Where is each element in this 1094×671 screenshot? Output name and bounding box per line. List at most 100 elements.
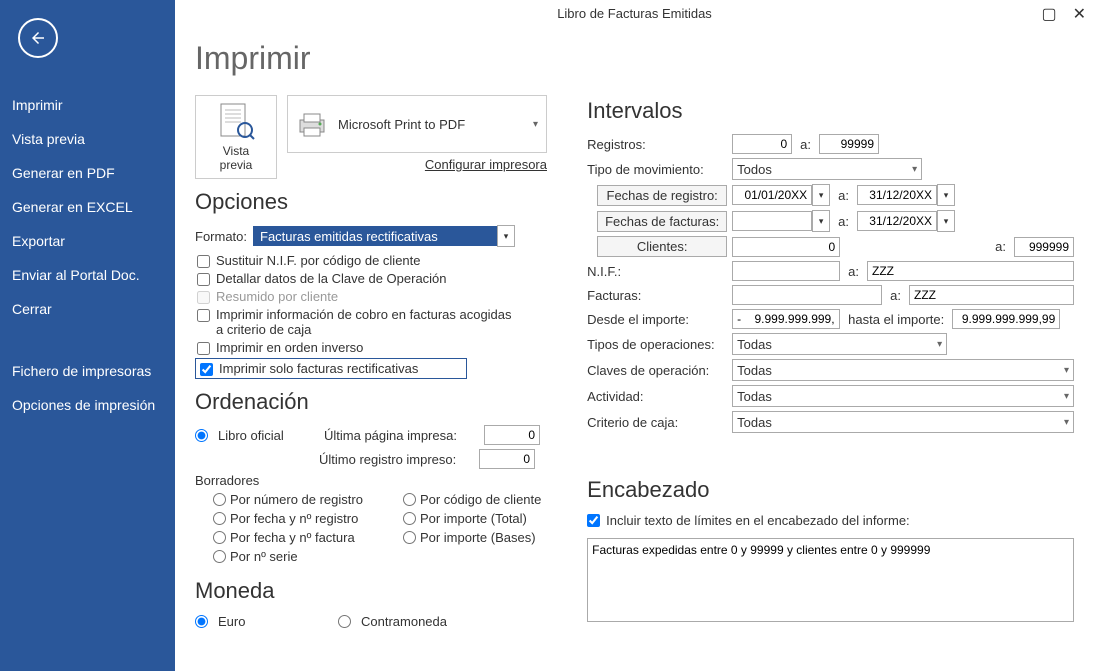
borradores-label: Borradores: [195, 473, 557, 488]
intervalos-heading: Intervalos: [587, 98, 1074, 124]
vista-previa-button[interactable]: Vista previa: [195, 95, 277, 179]
sidebar-item-generar-pdf[interactable]: Generar en PDF: [0, 156, 175, 190]
window-title: Libro de Facturas Emitidas: [175, 6, 1094, 21]
radio-num-serie-label: Por nº serie: [230, 549, 298, 564]
fechas-fact-to-input[interactable]: [857, 211, 937, 231]
radio-libro-oficial[interactable]: [195, 429, 208, 442]
sidebar-item-cerrar[interactable]: Cerrar: [0, 292, 175, 326]
page-title: Imprimir: [195, 40, 557, 77]
chk-orden-inverso[interactable]: [197, 342, 210, 355]
desde-importe-input[interactable]: [732, 309, 840, 329]
sidebar-item-enviar-portal[interactable]: Enviar al Portal Doc.: [0, 258, 175, 292]
radio-contramoneda[interactable]: [338, 615, 351, 628]
tipos-op-label: Tipos de operaciones:: [587, 337, 732, 352]
radio-contramoneda-label: Contramoneda: [361, 614, 447, 629]
fechas-reg-to-input[interactable]: [857, 185, 937, 205]
sidebar-item-fichero-impresoras[interactable]: Fichero de impresoras: [0, 354, 175, 388]
registros-label: Registros:: [587, 137, 732, 152]
clientes-to-input[interactable]: [1014, 237, 1074, 257]
chk-resumido-cliente: [197, 291, 210, 304]
claves-op-select[interactable]: Todas▾: [732, 359, 1074, 381]
registros-from-input[interactable]: [732, 134, 792, 154]
radio-codigo-cliente[interactable]: [403, 493, 416, 506]
nif-from-input[interactable]: [732, 261, 840, 281]
facturas-from-input[interactable]: [732, 285, 882, 305]
chk-detallar-clave-label: Detallar datos de la Clave de Operación: [216, 271, 447, 286]
chk-sustituir-nif[interactable]: [197, 255, 210, 268]
chk-resumido-cliente-label: Resumido por cliente: [216, 289, 338, 304]
preview-label: Vista previa: [206, 144, 266, 172]
fechas-fact-to-picker[interactable]: ▾: [937, 210, 955, 232]
configurar-impresora-link[interactable]: Configurar impresora: [425, 157, 547, 172]
radio-num-registro[interactable]: [213, 493, 226, 506]
sidebar-item-opciones-impresion[interactable]: Opciones de impresión: [0, 388, 175, 422]
actividad-label: Actividad:: [587, 389, 732, 404]
tipo-mov-select[interactable]: Todos▾: [732, 158, 922, 180]
criterio-label: Criterio de caja:: [587, 415, 732, 430]
chk-solo-rectificativas-label: Imprimir solo facturas rectificativas: [219, 361, 418, 376]
moneda-heading: Moneda: [195, 578, 557, 604]
chk-detallar-clave[interactable]: [197, 273, 210, 286]
radio-importe-bases[interactable]: [403, 531, 416, 544]
claves-op-label: Claves de operación:: [587, 363, 732, 378]
maximize-icon[interactable]: ▢: [1041, 4, 1056, 24]
opciones-heading: Opciones: [195, 189, 557, 215]
fechas-fact-from-input[interactable]: [732, 211, 812, 231]
hasta-importe-input[interactable]: [952, 309, 1060, 329]
sidebar-item-vista-previa[interactable]: Vista previa: [0, 122, 175, 156]
radio-libro-oficial-label: Libro oficial: [218, 428, 314, 443]
actividad-select[interactable]: Todas▾: [732, 385, 1074, 407]
page-preview-icon: [217, 102, 255, 142]
chk-info-cobro[interactable]: [197, 309, 210, 322]
ult-reg-input[interactable]: [479, 449, 535, 469]
radio-fecha-factura-label: Por fecha y nº factura: [230, 530, 355, 545]
hasta-importe-label: hasta el importe:: [848, 312, 944, 327]
radio-fecha-factura[interactable]: [213, 531, 226, 544]
clientes-from-input[interactable]: [732, 237, 840, 257]
chk-orden-inverso-label: Imprimir en orden inverso: [216, 340, 363, 355]
nif-to-input[interactable]: [867, 261, 1074, 281]
radio-euro[interactable]: [195, 615, 208, 628]
fechas-reg-to-picker[interactable]: ▾: [937, 184, 955, 206]
chk-incluir-texto[interactable]: [587, 514, 600, 527]
radio-num-registro-label: Por número de registro: [230, 492, 363, 507]
nif-label: N.I.F.:: [587, 264, 732, 279]
radio-importe-total[interactable]: [403, 512, 416, 525]
sidebar-item-imprimir[interactable]: Imprimir: [0, 88, 175, 122]
sidebar-item-exportar[interactable]: Exportar: [0, 224, 175, 258]
printer-name: Microsoft Print to PDF: [338, 117, 533, 132]
facturas-to-input[interactable]: [909, 285, 1074, 305]
ult-reg-label: Último registro impreso:: [319, 452, 469, 467]
radio-num-serie[interactable]: [213, 550, 226, 563]
back-button[interactable]: [18, 18, 58, 58]
sidebar: Imprimir Vista previa Generar en PDF Gen…: [0, 0, 175, 671]
encabezado-textarea[interactable]: [587, 538, 1074, 622]
fechas-reg-from-picker[interactable]: ▾: [812, 184, 830, 206]
criterio-select[interactable]: Todas▾: [732, 411, 1074, 433]
ordenacion-heading: Ordenación: [195, 389, 557, 415]
formato-label: Formato:: [195, 229, 253, 244]
main-area: Libro de Facturas Emitidas ▢ ✕ Imprimir: [175, 0, 1094, 671]
ult-pag-label: Última página impresa:: [324, 428, 474, 443]
formato-dropdown-button[interactable]: ▾: [497, 225, 515, 247]
radio-euro-label: Euro: [218, 614, 328, 629]
radio-fecha-registro[interactable]: [213, 512, 226, 525]
chk-sustituir-nif-label: Sustituir N.I.F. por código de cliente: [216, 253, 421, 268]
fechas-reg-from-input[interactable]: [732, 185, 812, 205]
chk-solo-rectificativas[interactable]: [200, 363, 213, 376]
chk-info-cobro-label: Imprimir información de cobro en factura…: [216, 307, 516, 337]
sidebar-item-generar-excel[interactable]: Generar en EXCEL: [0, 190, 175, 224]
fechas-facturas-button[interactable]: Fechas de facturas:: [597, 211, 727, 232]
clientes-button[interactable]: Clientes:: [597, 236, 727, 257]
tipos-op-select[interactable]: Todas▾: [732, 333, 947, 355]
chevron-down-icon: ▾: [533, 119, 538, 130]
fechas-registro-button[interactable]: Fechas de registro:: [597, 185, 727, 206]
close-icon[interactable]: ✕: [1073, 4, 1086, 24]
fechas-fact-from-picker[interactable]: ▾: [812, 210, 830, 232]
sep-a: a:: [800, 137, 811, 152]
radio-codigo-cliente-label: Por código de cliente: [420, 492, 541, 507]
registros-to-input[interactable]: [819, 134, 879, 154]
printer-select[interactable]: Microsoft Print to PDF ▾: [287, 95, 547, 153]
encabezado-heading: Encabezado: [587, 477, 1074, 503]
ult-pag-input[interactable]: [484, 425, 540, 445]
